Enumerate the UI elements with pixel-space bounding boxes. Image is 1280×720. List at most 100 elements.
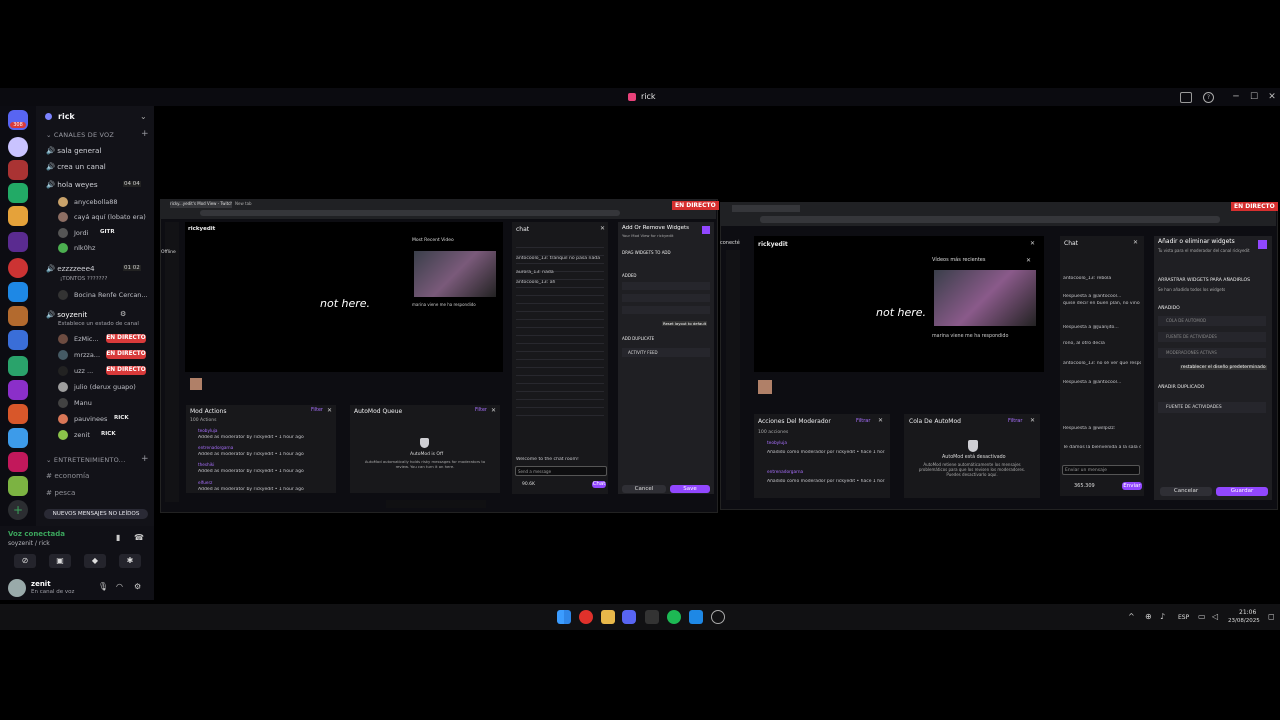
- cancel-button[interactable]: Cancelar: [1160, 487, 1212, 496]
- added-widget[interactable]: [622, 282, 710, 290]
- add-server-icon[interactable]: +: [8, 500, 28, 520]
- voice-user[interactable]: uzz ...: [74, 367, 93, 375]
- add-channel-icon[interactable]: +: [141, 129, 149, 139]
- added-widget[interactable]: [622, 294, 710, 302]
- channel-points[interactable]: 365.309: [1074, 483, 1095, 489]
- channel-name[interactable]: rickyedit: [188, 226, 215, 232]
- voice-status[interactable]: Voz conectada: [8, 530, 65, 538]
- cancel-button[interactable]: Cancel: [622, 485, 666, 493]
- close-icon[interactable]: ✕: [600, 225, 605, 232]
- mod-user[interactable]: teobyluja: [198, 428, 217, 433]
- server-icon[interactable]: [8, 160, 28, 180]
- soundboard-icon[interactable]: ✱: [119, 554, 141, 568]
- browser-tab[interactable]: [804, 205, 864, 212]
- voice-user[interactable]: EzMic...: [74, 335, 99, 343]
- added-widget[interactable]: MODERACIONES ACTIVAS: [1158, 348, 1266, 358]
- notification-icon[interactable]: ◻: [1268, 612, 1275, 621]
- video-thumbnail[interactable]: [934, 270, 1036, 326]
- filter-button[interactable]: Filtrar: [1008, 418, 1022, 424]
- voice-user[interactable]: Jordi: [74, 229, 88, 237]
- server-icon[interactable]: [8, 330, 28, 350]
- disconnect-icon[interactable]: ☎: [134, 533, 144, 542]
- close-icon[interactable]: ✕: [327, 407, 332, 414]
- opera-icon[interactable]: [579, 610, 593, 624]
- voice-user[interactable]: nlk0hz: [74, 244, 95, 252]
- text-channel-economia[interactable]: # economía: [46, 471, 89, 480]
- mod-user[interactable]: theshiki: [198, 462, 214, 467]
- close-icon[interactable]: ✕: [1026, 257, 1031, 264]
- close-button[interactable]: ✕: [1266, 92, 1278, 102]
- channel-points[interactable]: 90.6K: [522, 482, 535, 487]
- category-voice[interactable]: ⌄ CANALES DE VOZ: [46, 131, 114, 139]
- server-icon[interactable]: [8, 404, 28, 424]
- chat-button[interactable]: Chat: [592, 481, 606, 488]
- avatar[interactable]: [8, 579, 26, 597]
- voice-channel-path[interactable]: soyzenit / rick: [8, 540, 50, 547]
- server-icon[interactable]: [8, 356, 28, 376]
- mod-user[interactable]: teobyluja: [767, 441, 787, 446]
- chat-input[interactable]: Send a message: [515, 466, 607, 476]
- voice-user[interactable]: cayá aquí (lobato era): [74, 213, 146, 221]
- server-icon[interactable]: [8, 232, 28, 252]
- browser-tab[interactable]: [732, 205, 800, 212]
- added-widget[interactable]: FUENTE DE ACTIVIDADES: [1158, 332, 1266, 342]
- mod-user[interactable]: entrenadorgarna: [198, 445, 233, 450]
- added-widget[interactable]: COLA DE AUTOMOD: [1158, 316, 1266, 326]
- app-icon[interactable]: [645, 610, 659, 624]
- close-icon[interactable]: ✕: [1133, 239, 1138, 246]
- channel-settings-icon[interactable]: ⚙: [120, 310, 126, 318]
- category-entertainment[interactable]: ⌄ ENTRETENIMIENTO...: [46, 456, 125, 464]
- current-user-name[interactable]: zenit: [31, 580, 51, 588]
- language-indicator[interactable]: ESP: [1178, 614, 1189, 621]
- minimize-button[interactable]: ─: [1230, 92, 1242, 102]
- network-icon[interactable]: ⊕: [1145, 612, 1152, 621]
- activity-feed-widget[interactable]: ACTIVITY FEED: [622, 348, 710, 357]
- filter-button[interactable]: Filter: [311, 408, 323, 413]
- server-icon[interactable]: [8, 183, 28, 203]
- voice-user[interactable]: anycebolla88: [74, 198, 118, 206]
- server-name[interactable]: rick: [58, 112, 75, 121]
- voice-channel-ezzzzeee4[interactable]: 🔊 ezzzzeee4: [46, 264, 95, 273]
- headphones-icon[interactable]: ◠: [116, 582, 123, 591]
- inbox-icon[interactable]: [1180, 92, 1192, 103]
- microphone-icon[interactable]: 🎙: [98, 582, 108, 591]
- camera-off-icon[interactable]: ⊘: [14, 554, 36, 568]
- clock-date[interactable]: 23/08/2025: [1228, 618, 1260, 624]
- save-button[interactable]: Guardar: [1216, 487, 1268, 496]
- reset-layout-button[interactable]: Reset layout to default: [662, 321, 708, 326]
- send-button[interactable]: Enviar: [1122, 482, 1142, 490]
- discord-icon[interactable]: [622, 610, 636, 624]
- text-channel-pesca[interactable]: # pesca: [46, 488, 75, 497]
- activity-icon[interactable]: ◆: [84, 554, 106, 568]
- server-icon[interactable]: [8, 306, 28, 326]
- voice-channel-crea-un-canal[interactable]: 🔊 crea un canal: [46, 162, 106, 171]
- close-icon[interactable]: ✕: [1030, 417, 1035, 424]
- chevron-down-icon[interactable]: ⌄: [140, 112, 147, 121]
- chat-input[interactable]: Enviar un mensaje: [1062, 465, 1140, 475]
- display-icon[interactable]: ▭: [1198, 612, 1206, 621]
- video-thumbnail[interactable]: [414, 251, 496, 297]
- server-icon[interactable]: [8, 476, 28, 496]
- close-icon[interactable]: ✕: [878, 417, 883, 424]
- server-icon[interactable]: [8, 137, 28, 157]
- close-icon[interactable]: ✕: [491, 407, 496, 414]
- help-icon[interactable]: ?: [1203, 92, 1214, 103]
- channel-status[interactable]: Establece un estado de canal: [58, 321, 139, 327]
- activity-feed-widget[interactable]: FUENTE DE ACTIVIDADES: [1158, 402, 1266, 413]
- voice-channel-soyzenit[interactable]: 🔊 soyzenit: [46, 310, 87, 319]
- voice-user[interactable]: zenit: [74, 431, 90, 439]
- browser-tab[interactable]: ricky...yedit's Mod View - Twitch: [170, 201, 232, 208]
- maximize-button[interactable]: ☐: [1248, 92, 1260, 102]
- voice-user[interactable]: julio (derux guapo): [74, 383, 136, 391]
- address-bar[interactable]: [760, 216, 1220, 223]
- voice-user[interactable]: Bocina Renfe Cercan...: [74, 291, 148, 299]
- mod-user[interactable]: entrenadorgarna: [767, 470, 803, 475]
- server-icon[interactable]: [8, 206, 28, 226]
- microphone-icon[interactable]: ♪: [1160, 612, 1165, 621]
- filter-button[interactable]: Filter: [475, 408, 487, 413]
- voice-channel-sala-general[interactable]: 🔊 sala general: [46, 146, 101, 155]
- server-icon[interactable]: [8, 282, 28, 302]
- new-messages-banner[interactable]: NUEVOS MENSAJES NO LEÍDOS: [44, 509, 148, 519]
- channel-name[interactable]: rickyedit: [758, 241, 788, 248]
- filter-button[interactable]: Filtrar: [856, 418, 870, 424]
